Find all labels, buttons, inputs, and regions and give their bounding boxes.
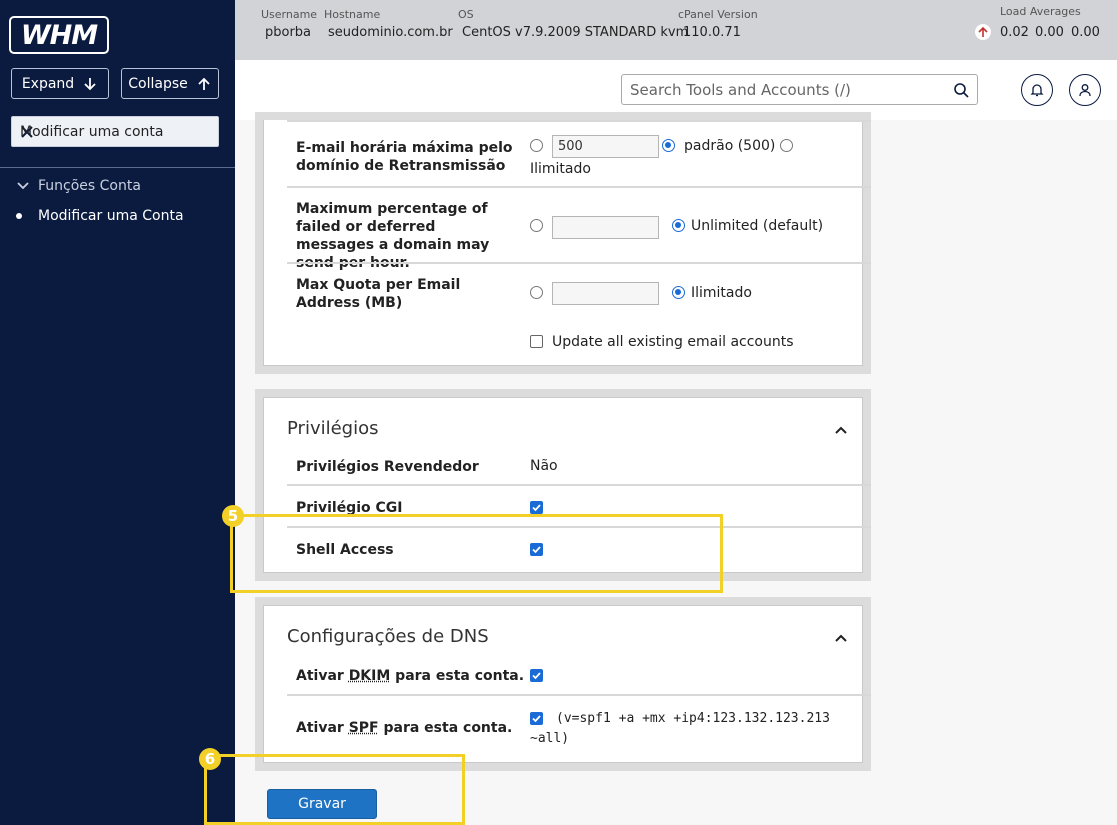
- quota-unlimited-radio[interactable]: [672, 286, 685, 299]
- spf-record-line1: (v=spf1 +a +mx +ip4:123.132.123.213: [556, 711, 830, 726]
- failed-percentage-input[interactable]: [552, 216, 659, 239]
- bell-icon: [1030, 84, 1044, 97]
- chevron-up-icon[interactable]: [834, 631, 848, 645]
- sidebar-category-account-functions[interactable]: Funções Conta: [16, 178, 141, 194]
- os-value: CentOS v7.9.2009 STANDARD kvm: [462, 25, 689, 40]
- username-label: Username: [261, 8, 318, 21]
- server-info-bar: Username pborba Hostname seudominio.com.…: [235, 0, 1117, 60]
- bullet-icon: [16, 213, 22, 219]
- cpanel-version-label: cPanel Version: [678, 8, 758, 21]
- os-label: OS: [458, 8, 474, 21]
- update-existing-accounts-label: Update all existing email accounts: [552, 334, 794, 350]
- whm-logo[interactable]: WHM: [9, 16, 109, 54]
- sidebar-divider: [0, 167, 235, 168]
- arrow-up-icon: [975, 24, 991, 40]
- load-average-1: 0.02: [1000, 25, 1029, 40]
- arrow-up-icon: [198, 77, 210, 90]
- username-value: pborba: [265, 25, 312, 40]
- cgi-privilege-checkbox[interactable]: [530, 501, 543, 514]
- spf-record-line2: ~all): [530, 731, 570, 746]
- quota-custom-radio[interactable]: [530, 286, 543, 299]
- search-input[interactable]: [630, 80, 953, 99]
- header: [235, 60, 1117, 120]
- privileges-title: Privilégios: [287, 418, 379, 439]
- failed-custom-radio[interactable]: [530, 219, 543, 232]
- hostname-label: Hostname: [324, 8, 381, 21]
- quota-input[interactable]: [552, 282, 659, 305]
- chevron-up-icon[interactable]: [834, 423, 848, 437]
- relay-custom-radio[interactable]: [530, 139, 543, 152]
- user-menu-button[interactable]: [1069, 74, 1101, 106]
- chevron-down-icon: [17, 182, 29, 190]
- reseller-privileges-value: Não: [530, 458, 558, 474]
- relay-unlimited-label: Ilimitado: [530, 161, 591, 177]
- relay-default-radio[interactable]: [662, 139, 675, 152]
- sidebar-item-modify-account[interactable]: Modificar uma Conta: [16, 208, 184, 224]
- checkmark-icon: [532, 715, 541, 723]
- annotation-highlight-5: [230, 514, 723, 593]
- quota-unlimited-label: Ilimitado: [691, 285, 752, 301]
- arrow-down-icon: [84, 77, 96, 90]
- collapse-button[interactable]: Collapse: [121, 68, 219, 99]
- load-average-15: 0.00: [1071, 25, 1100, 40]
- search-box[interactable]: [621, 74, 978, 105]
- email-settings-panel: E-mail horária máxima pelo domínio de Re…: [255, 112, 871, 374]
- dkim-label: Ativar DKIM para esta conta.: [296, 668, 525, 684]
- relay-default-label: padrão (500): [684, 138, 776, 154]
- annotation-badge-5: 5: [222, 505, 244, 527]
- notifications-button[interactable]: [1021, 74, 1053, 106]
- checkmark-icon: [532, 672, 541, 680]
- spf-checkbox[interactable]: [530, 712, 543, 725]
- spf-label: Ativar SPF para esta conta.: [296, 720, 513, 736]
- cpanel-version-value: 110.0.71: [683, 25, 741, 40]
- sidebar: WHM Expand Collapse Modificar uma conta …: [0, 0, 235, 825]
- annotation-badge-6: 6: [199, 748, 221, 770]
- failed-unlimited-label: Unlimited (default): [691, 218, 824, 234]
- relay-limit-label: E-mail horária máxima pelo domínio de Re…: [296, 140, 513, 174]
- dns-title: Configurações de DNS: [287, 626, 489, 647]
- checkmark-icon: [532, 504, 541, 512]
- relay-unlimited-radio[interactable]: [780, 139, 793, 152]
- user-icon: [1079, 84, 1091, 97]
- annotation-highlight-6: [204, 754, 465, 825]
- dns-settings-panel: Configurações de DNS Ativar DKIM para es…: [255, 597, 871, 771]
- relay-limit-input[interactable]: 500: [552, 135, 659, 158]
- dkim-checkbox[interactable]: [530, 669, 543, 682]
- search-icon[interactable]: [953, 82, 969, 98]
- reseller-privileges-label: Privilégios Revendedor: [296, 459, 479, 475]
- hostname-value: seudominio.com.br: [328, 25, 453, 40]
- load-average-5: 0.00: [1035, 25, 1064, 40]
- expand-button[interactable]: Expand: [11, 68, 109, 99]
- update-existing-accounts-checkbox[interactable]: [530, 335, 543, 348]
- sidebar-filter-input[interactable]: Modificar uma conta: [11, 116, 219, 147]
- failed-unlimited-radio[interactable]: [672, 219, 685, 232]
- email-quota-label: Max Quota per Email Address (MB): [296, 277, 461, 311]
- load-averages-label: Load Averages: [1000, 5, 1081, 18]
